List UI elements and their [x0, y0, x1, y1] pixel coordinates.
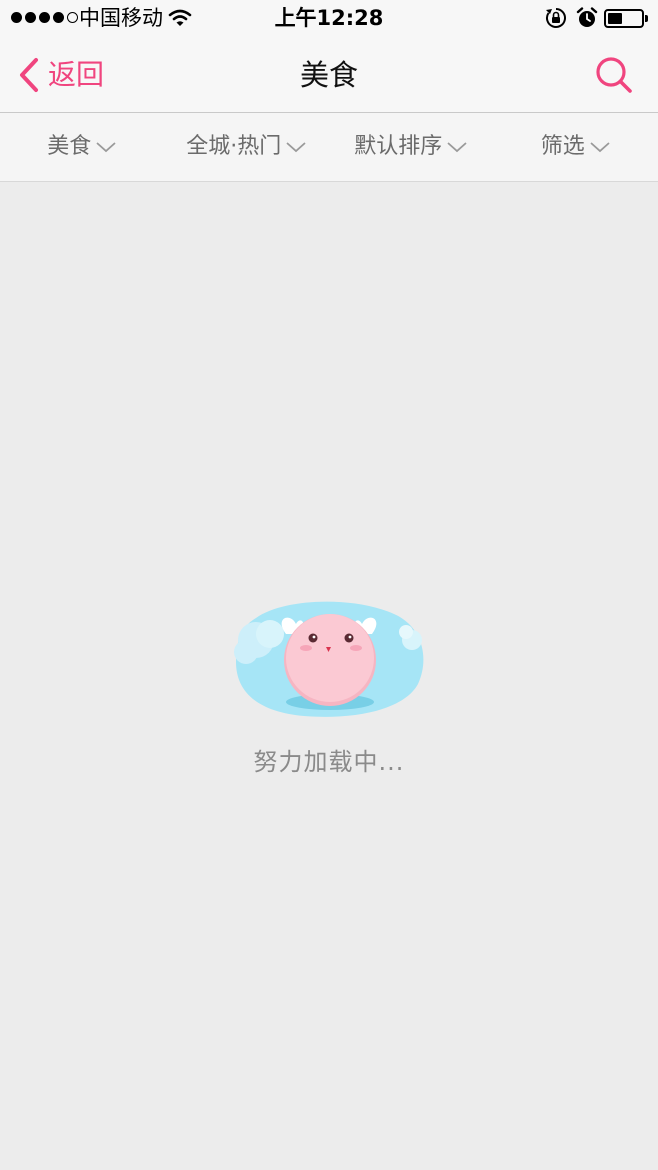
- filter-sort-label: 默认排序: [354, 134, 443, 159]
- chevron-down-icon: [286, 142, 306, 153]
- chevron-down-icon: [447, 142, 467, 153]
- chevron-down-icon: [96, 142, 116, 153]
- filter-category[interactable]: 美食: [0, 113, 165, 181]
- filter-bar: 美食 全城·热门 默认排序 筛选: [0, 113, 658, 182]
- battery-icon: [604, 9, 648, 28]
- status-bar: 中国移动 上午12:28: [0, 0, 658, 38]
- page-title: 美食: [299, 58, 358, 92]
- loading-text: 努力加载中...: [253, 748, 405, 776]
- rotation-lock-icon: [545, 7, 567, 33]
- battery-level-fill: [608, 13, 623, 24]
- filter-area[interactable]: 全城·热门: [165, 113, 330, 181]
- search-icon: [596, 57, 632, 93]
- alarm-icon: [576, 7, 598, 33]
- filter-area-label: 全城·热门: [186, 134, 282, 159]
- filter-category-label: 美食: [47, 134, 92, 159]
- filter-sort[interactable]: 默认排序: [329, 113, 494, 181]
- chevron-down-icon: [590, 142, 610, 153]
- navigation-bar: 返回 美食: [0, 38, 658, 113]
- filter-more[interactable]: 筛选: [494, 113, 658, 181]
- loading-mascot-illustration: [234, 601, 424, 717]
- search-button[interactable]: [594, 55, 634, 95]
- filter-more-label: 筛选: [540, 134, 585, 159]
